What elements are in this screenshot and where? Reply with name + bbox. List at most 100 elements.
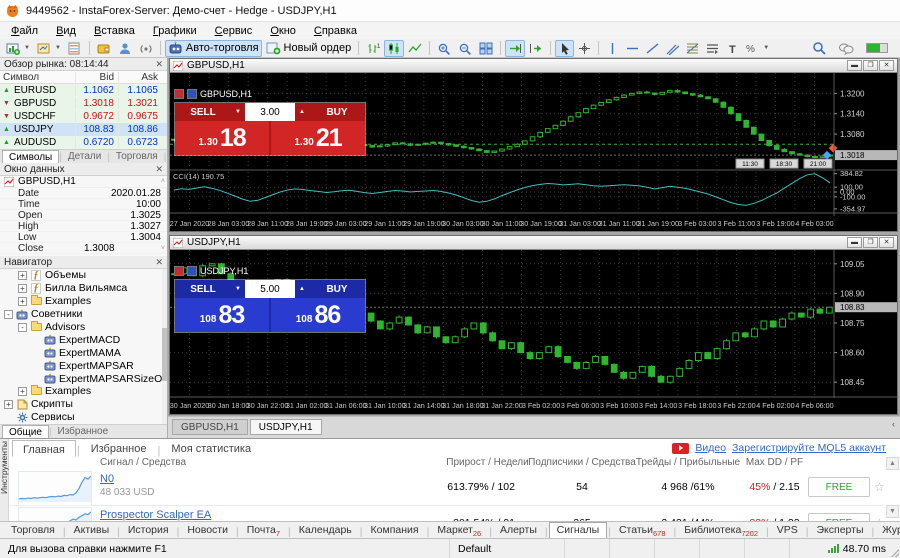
navigator-item-ExpertMAMA[interactable]: ExpertMAMA: [0, 346, 167, 359]
buy-button[interactable]: BUY: [309, 103, 365, 121]
minimize-icon[interactable]: ▬: [847, 60, 862, 71]
expand-icon[interactable]: +: [18, 284, 27, 293]
menu-Файл[interactable]: Файл: [2, 24, 47, 38]
toolbox-tab-Активы[interactable]: Активы: [67, 523, 117, 538]
navigator-tab-Общие[interactable]: Общие: [2, 425, 49, 438]
toolbox-tab-Почта[interactable]: Почта7: [240, 523, 287, 538]
volume-dropdown-icon[interactable]: ▼: [231, 280, 245, 298]
toolbox-tab-Алерты[interactable]: Алерты: [493, 523, 544, 538]
collapse-icon[interactable]: -: [18, 323, 27, 332]
menu-Вставка[interactable]: Вставка: [85, 24, 144, 38]
navigator-item-Examples[interactable]: +Examples: [0, 385, 167, 398]
broadcast-button[interactable]: [136, 40, 156, 57]
volume-step-up-icon[interactable]: ▲: [295, 103, 309, 121]
sell-button[interactable]: SELL: [175, 280, 231, 298]
market-row-USDCHF[interactable]: ▼USDCHF0.96720.9675: [0, 110, 167, 123]
toolbox-tab-Сигналы[interactable]: Сигналы: [549, 522, 608, 538]
zoom-in-button[interactable]: [434, 40, 454, 57]
toolbox-tab-Библиотека[interactable]: Библиотека7202: [677, 523, 765, 538]
navigator-item-ExpertMACD[interactable]: ExpertMACD: [0, 333, 167, 346]
toolbox-strip[interactable]: Инструменты: [0, 439, 9, 521]
free-button[interactable]: FREE: [808, 477, 870, 497]
toolbox-tab-Маркет[interactable]: Маркет26: [430, 523, 488, 538]
toolbox-tab-Новости[interactable]: Новости: [180, 523, 235, 538]
navigator-tab-Избранное[interactable]: Избранное: [52, 425, 115, 438]
new-chart-button[interactable]: ▼: [3, 40, 33, 57]
profiles-button[interactable]: ▼: [34, 40, 64, 57]
candles-chart-button[interactable]: [384, 40, 404, 57]
navigator-item-Скрипты[interactable]: +Скрипты: [0, 398, 167, 411]
volume-input[interactable]: [245, 103, 295, 121]
toolbox-tab-VPS[interactable]: VPS: [770, 523, 805, 538]
market-watch-tab-Символы[interactable]: Символы: [2, 150, 59, 163]
one-click-toggle-icon[interactable]: [174, 266, 184, 276]
close-icon[interactable]: ✕: [879, 60, 894, 71]
scroll-down-icon[interactable]: ▼: [886, 505, 899, 518]
hline-button[interactable]: [623, 40, 642, 57]
toolbox-tab-Торговля[interactable]: Торговля: [4, 523, 62, 538]
navigator-item-Сервисы[interactable]: Сервисы: [0, 411, 167, 424]
navigator-item-Объемы[interactable]: +ƒОбъемы: [0, 269, 167, 282]
ask-price[interactable]: 1.3021: [271, 121, 365, 155]
volume-input[interactable]: [245, 280, 295, 298]
resize-grip[interactable]: [891, 549, 899, 557]
free-button[interactable]: FREE: [808, 513, 870, 521]
navigator-item-Examples[interactable]: +Examples: [0, 295, 167, 308]
navigator-item-ExpertMAPSAR[interactable]: ExpertMAPSAR: [0, 359, 167, 372]
close-icon[interactable]: ✕: [155, 165, 163, 174]
register-mql5-link[interactable]: Зарегистрируйте MQL5 аккаунт: [732, 442, 886, 454]
tile-windows-button[interactable]: [476, 40, 496, 57]
chart-shift-button[interactable]: [526, 40, 546, 57]
arrows-button[interactable]: %▼: [743, 40, 772, 57]
minimize-icon[interactable]: ▬: [847, 237, 862, 248]
buy-button[interactable]: BUY: [309, 280, 365, 298]
scroll-up-icon[interactable]: ˄: [161, 178, 167, 185]
toolbox-tab-Эксперты[interactable]: Эксперты: [810, 523, 871, 538]
signals-tab-Моя статистика[interactable]: Моя статистика: [161, 440, 261, 457]
market-watch-tab-Детали[interactable]: Детали: [62, 150, 107, 163]
close-icon[interactable]: ✕: [155, 60, 163, 69]
video-icon[interactable]: [672, 443, 689, 454]
deposit-button[interactable]: [94, 40, 114, 57]
menu-Вид[interactable]: Вид: [47, 24, 85, 38]
vline-button[interactable]: [603, 40, 622, 57]
navigator-item-ExpertMAPSARSizeOptim[interactable]: ExpertMAPSARSizeOptim: [0, 372, 167, 385]
signal-link[interactable]: N0: [100, 473, 114, 485]
navigator-item-Билла Вильямса[interactable]: +ƒБилла Вильямса: [0, 282, 167, 295]
volume-dropdown-icon[interactable]: ▼: [231, 103, 245, 121]
scroll-down-icon[interactable]: ˅: [161, 245, 167, 252]
chat-icon[interactable]: [835, 40, 857, 57]
text-button[interactable]: T: [723, 40, 742, 57]
signals-tab-Избранное[interactable]: Избранное: [81, 440, 157, 457]
crosshair-button[interactable]: [575, 40, 594, 57]
bid-price[interactable]: 1.3018: [175, 121, 269, 155]
expand-icon[interactable]: +: [18, 387, 27, 396]
video-link[interactable]: Видео: [695, 442, 726, 454]
market-row-EURUSD[interactable]: ▲EURUSD1.10621.1065: [0, 84, 167, 97]
close-icon[interactable]: ✕: [155, 258, 163, 267]
depth-of-market-icon[interactable]: [187, 266, 197, 276]
accounts-button[interactable]: [65, 40, 85, 57]
search-icon[interactable]: [809, 40, 829, 57]
chart-tabs-scroll-icon[interactable]: ‹: [892, 419, 898, 429]
cursor-button[interactable]: [555, 40, 574, 57]
collapse-icon[interactable]: -: [4, 310, 13, 319]
trendline-button[interactable]: [643, 40, 662, 57]
market-row-AUDUSD[interactable]: ▲AUDUSD0.67200.6723: [0, 136, 167, 149]
autoscroll-button[interactable]: [505, 40, 525, 57]
menu-Графики[interactable]: Графики: [144, 24, 206, 38]
objects-list-button[interactable]: [703, 40, 722, 57]
equidistant-channel-button[interactable]: [663, 40, 682, 57]
toolbox-tab-Журнал[interactable]: Журнал: [875, 523, 900, 538]
favorite-star-icon[interactable]: ☆: [874, 480, 885, 494]
market-row-GBPUSD[interactable]: ▼GBPUSD1.30181.3021: [0, 97, 167, 110]
menu-Справка[interactable]: Справка: [305, 24, 366, 38]
expand-icon[interactable]: +: [18, 271, 27, 280]
toolbox-tab-Компания[interactable]: Компания: [364, 523, 426, 538]
navigator-item-Советники[interactable]: -Советники: [0, 308, 167, 321]
toolbox-tab-Статьи[interactable]: Статьи678: [612, 523, 673, 538]
navigator-scrollbar[interactable]: [162, 269, 167, 424]
signal-link[interactable]: Prospector Scalper EA: [100, 509, 211, 521]
bid-price[interactable]: 10883: [175, 298, 269, 332]
toolbox-tab-История[interactable]: История: [121, 523, 176, 538]
